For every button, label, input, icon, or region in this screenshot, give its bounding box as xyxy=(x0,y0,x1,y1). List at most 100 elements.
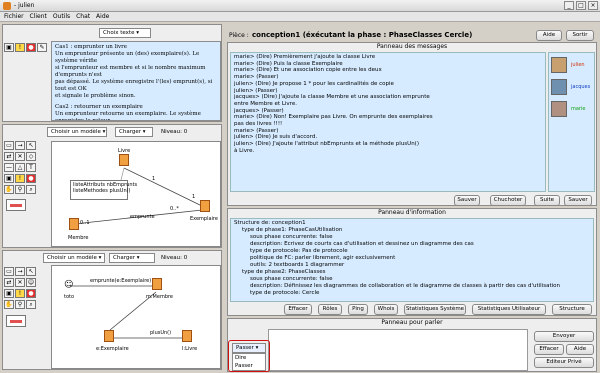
speech-act-dropdown: Dire Passer xyxy=(232,353,266,371)
message-tool-icon[interactable]: → xyxy=(15,267,25,276)
collab-object-membre[interactable] xyxy=(152,278,162,290)
send-button[interactable]: Envoyer xyxy=(534,331,594,342)
zoom-tool-icon-2[interactable]: ⌕ xyxy=(26,300,36,309)
line-tool-icon[interactable]: — xyxy=(4,163,14,172)
whois-button[interactable]: Whois xyxy=(374,304,398,315)
help-button[interactable]: Aide xyxy=(536,30,562,41)
menu-outils[interactable]: Outils xyxy=(53,13,70,20)
text-tool-icon[interactable]: T xyxy=(26,163,36,172)
option-passer[interactable]: Passer xyxy=(235,363,253,369)
speech-act-select[interactable]: Passer ▾ xyxy=(232,343,266,353)
diagram-thumbnail[interactable] xyxy=(6,199,26,211)
level-label-2: Niveau: 0 xyxy=(161,255,188,261)
save-diagram-icon-2[interactable]: ▣ xyxy=(4,289,14,298)
actor-tool-icon[interactable]: ☺ xyxy=(26,278,36,287)
class-tool-icon[interactable]: ▭ xyxy=(4,141,14,150)
clear-talk-button[interactable]: Effacer xyxy=(534,344,564,355)
collab-object-livre[interactable] xyxy=(182,330,192,342)
user-marie[interactable]: marie xyxy=(571,106,585,112)
generalization-tool-icon[interactable]: △ xyxy=(15,163,25,172)
save-icon[interactable]: ▣ xyxy=(4,43,14,52)
information-panel: Panneau d'information Structure de: conc… xyxy=(227,208,597,316)
message-line: julien> (Dire) J'ajoute l'attribut nbEmp… xyxy=(234,141,419,148)
message-line: julien> (Passer) xyxy=(234,87,278,94)
collaboration-diagram-canvas[interactable]: ☺ toto emprunte(e:Exemplaire) m:Membre e… xyxy=(51,265,221,369)
menu-chat[interactable]: Chat xyxy=(76,13,90,20)
user-julien[interactable]: julien xyxy=(571,62,585,68)
talk-help-button[interactable]: Aide xyxy=(566,344,594,355)
system-stats-button[interactable]: Statistiques Système xyxy=(404,304,466,315)
message-line: marie> (Dire) Non! Exemplaire pas Livre.… xyxy=(234,114,433,121)
uml-class-exemplaire[interactable] xyxy=(200,200,210,212)
stop-diagram-icon[interactable]: ● xyxy=(26,174,36,183)
window-title: - julien xyxy=(14,2,35,9)
option-dire[interactable]: Dire xyxy=(235,355,246,361)
maximize-button[interactable]: □ xyxy=(576,1,586,10)
collab-msg-emprunte: emprunte(e:Exemplaire) xyxy=(90,278,152,284)
pin-tool-icon[interactable]: ⚲ xyxy=(15,185,25,194)
textboard-panel: Choix texte ▾ ▣ ! ● ✎ Cas1 : emprunter u… xyxy=(2,24,222,122)
delete-tool-icon[interactable]: ✕ xyxy=(15,152,25,161)
talk-title: Panneau pour parler xyxy=(381,319,443,326)
model-select-1[interactable]: Choisir un modèle ▾ xyxy=(47,127,107,137)
next-button[interactable]: Suite xyxy=(534,195,560,206)
collab-object-exemplaire[interactable] xyxy=(104,330,114,342)
avatar xyxy=(551,79,567,95)
clear-info-button[interactable]: Effacer xyxy=(284,304,312,315)
uml-class-membre[interactable] xyxy=(69,218,79,230)
user-jacques[interactable]: jacques xyxy=(571,84,590,90)
minimize-button[interactable]: _ xyxy=(564,1,574,10)
object-tool-icon[interactable]: ▭ xyxy=(4,267,14,276)
roles-button[interactable]: Rôles xyxy=(318,304,342,315)
ping-button[interactable]: Ping xyxy=(348,304,368,315)
save-button[interactable]: Sauver xyxy=(564,195,592,206)
stop-icon[interactable]: ● xyxy=(26,43,36,52)
menu-aide[interactable]: Aide xyxy=(96,13,109,20)
load-select-2[interactable]: Charger ▾ xyxy=(109,253,155,263)
select-tool-icon-2[interactable]: ↖ xyxy=(26,267,36,276)
piece-label: Pièce : xyxy=(229,32,249,39)
text-content-area[interactable]: Cas1 : emprunter un livre Un emprunteur … xyxy=(51,41,221,121)
select-tool-icon[interactable]: ↖ xyxy=(26,141,36,150)
text-choice-select[interactable]: Choix texte ▾ xyxy=(99,28,151,38)
hand-tool-icon-2[interactable]: ✋ xyxy=(4,300,14,309)
stop-diagram-icon-2[interactable]: ● xyxy=(26,289,36,298)
pin-tool-icon-2[interactable]: ⚲ xyxy=(15,300,25,309)
diagram-thumbnail-2[interactable] xyxy=(6,315,26,327)
link-tool-icon[interactable]: ⇄ xyxy=(4,278,14,287)
hand-tool-icon[interactable]: ✋ xyxy=(4,185,14,194)
model-select-2[interactable]: Choisir un modèle ▾ xyxy=(43,253,105,263)
warning-diagram-icon-2[interactable]: ! xyxy=(15,289,25,298)
warning-icon[interactable]: ! xyxy=(15,43,25,52)
uml-class-livre[interactable] xyxy=(119,154,129,166)
whisper-button[interactable]: Chuchoter xyxy=(490,195,526,206)
uml-card-3: 0..1 xyxy=(80,220,90,226)
messages-log[interactable]: marie> (Dire) Premièrement j'ajoute la c… xyxy=(230,52,546,192)
menu-fichier[interactable]: Fichier xyxy=(4,13,24,20)
zoom-tool-icon[interactable]: ⌕ xyxy=(26,185,36,194)
save-diagram-icon[interactable]: ▣ xyxy=(4,174,14,183)
uml-card-1: 1 xyxy=(192,194,196,200)
edit-icon[interactable]: ✎ xyxy=(37,43,47,52)
load-select-1[interactable]: Charger ▾ xyxy=(115,127,153,137)
close-button[interactable]: × xyxy=(588,1,598,10)
warning-diagram-icon[interactable]: ! xyxy=(15,174,25,183)
class-diagram-canvas[interactable]: Livre Exemplaire Membre listeAttributs n… xyxy=(51,141,221,247)
structure-button[interactable]: Structure xyxy=(552,304,592,315)
uml-label-livre: Livre xyxy=(118,148,131,154)
private-editor-button[interactable]: Editeur Privé xyxy=(534,357,594,368)
messages-panel: Panneau des messages marie> (Dire) Premi… xyxy=(227,42,597,206)
information-content[interactable]: Structure de: conception1 type de phase1… xyxy=(230,218,594,302)
arrow-tool-icon[interactable]: → xyxy=(15,141,25,150)
assoc-tool-icon[interactable]: ⇄ xyxy=(4,152,14,161)
save-messages-button[interactable]: Sauver xyxy=(454,195,480,206)
exit-button[interactable]: Sortir xyxy=(566,30,594,41)
user-stats-button[interactable]: Statistiques Utilisateur xyxy=(472,304,546,315)
aggregation-tool-icon[interactable]: ◇ xyxy=(26,152,36,161)
menu-client[interactable]: Client xyxy=(30,13,47,20)
talk-input[interactable] xyxy=(268,329,528,371)
users-list: julien jacques marie xyxy=(548,52,595,192)
message-line: jacques> (Passer) xyxy=(234,107,284,114)
message-line: marie> (Dire) Et une association copie e… xyxy=(234,67,382,74)
delete-tool-icon-2[interactable]: ✕ xyxy=(15,278,25,287)
